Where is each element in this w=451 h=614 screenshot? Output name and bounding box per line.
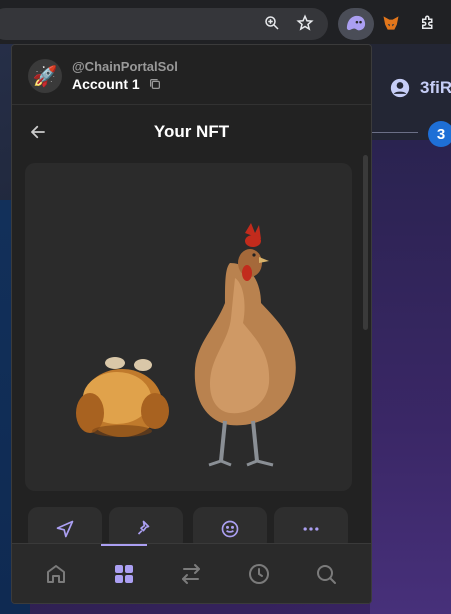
- action-row: [28, 507, 348, 551]
- background-divider: [370, 132, 418, 133]
- user-icon: [390, 78, 410, 98]
- nav-activity[interactable]: [245, 560, 273, 588]
- more-icon: [303, 527, 319, 531]
- nft-image: [25, 163, 352, 491]
- pin-icon: [137, 520, 150, 535]
- background-user[interactable]: 3fiR: [390, 78, 451, 98]
- clock-icon: [249, 564, 269, 584]
- step-badge: 3: [428, 121, 451, 147]
- avatar[interactable]: 🚀: [28, 59, 62, 93]
- bottom-nav: [12, 543, 371, 603]
- smile-icon: [221, 520, 239, 538]
- zoom-icon[interactable]: [261, 12, 283, 34]
- popup-header: 🚀 @ChainPortalSol Account 1: [12, 45, 371, 105]
- nav-home[interactable]: [42, 560, 70, 588]
- phantom-extension-button[interactable]: [338, 8, 374, 40]
- metamask-extension-icon[interactable]: [380, 12, 402, 34]
- scrollbar[interactable]: [363, 155, 368, 330]
- hen-image: [194, 223, 296, 467]
- nft-header: Your NFT: [12, 109, 371, 155]
- rocket-icon: 🚀: [32, 65, 58, 88]
- account-handle: @ChainPortalSol: [72, 59, 178, 74]
- nav-collectibles[interactable]: [110, 560, 138, 588]
- background-user-label: 3fiR: [420, 78, 451, 97]
- star-icon[interactable]: [294, 12, 316, 34]
- send-icon: [56, 520, 74, 538]
- background-right-panel: [370, 140, 451, 614]
- account-name: Account 1: [72, 76, 140, 92]
- swap-icon: [182, 564, 200, 584]
- browser-toolbar: [0, 0, 451, 44]
- phantom-extension-icon: [346, 15, 366, 31]
- roast-chicken-image: [76, 357, 169, 437]
- grid-icon: [115, 565, 133, 583]
- account-selector[interactable]: Account 1: [72, 76, 162, 92]
- page-title: Your NFT: [153, 122, 230, 141]
- search-icon: [317, 565, 336, 584]
- nav-swap[interactable]: [177, 560, 205, 588]
- nav-search[interactable]: [312, 560, 340, 588]
- active-tab-indicator: [101, 544, 147, 546]
- wallet-popup: 🚀 @ChainPortalSol Account 1 Your NFT: [11, 44, 372, 604]
- extensions-puzzle-icon[interactable]: [417, 12, 439, 34]
- copy-icon[interactable]: [148, 77, 162, 91]
- home-icon: [47, 565, 65, 583]
